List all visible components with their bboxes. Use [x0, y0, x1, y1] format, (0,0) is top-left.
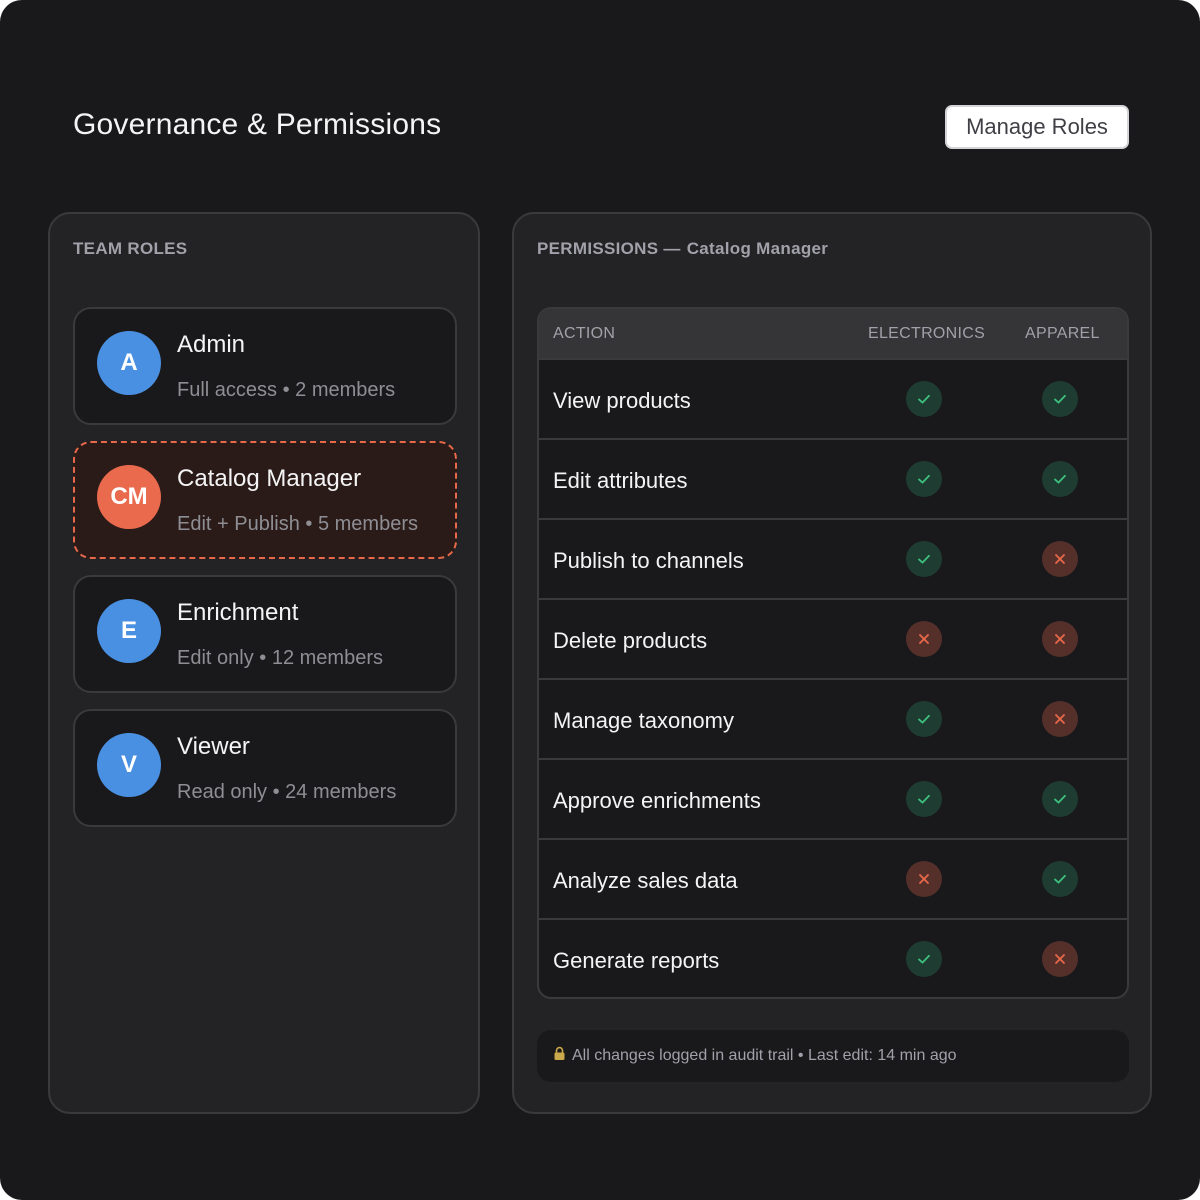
action-name: Generate reports	[553, 948, 720, 973]
permission-apparel[interactable]	[1042, 941, 1078, 977]
permission-apparel[interactable]	[1042, 861, 1078, 897]
permission-electronics[interactable]	[906, 941, 942, 977]
permission-electronics[interactable]	[906, 701, 942, 737]
permission-electronics[interactable]	[906, 541, 942, 577]
role-name: Admin	[177, 331, 246, 358]
cross-icon	[919, 634, 929, 644]
action-name: Approve enrichments	[553, 788, 761, 813]
permission-apparel[interactable]	[1042, 461, 1078, 497]
role-card-catalog-manager[interactable]: CM Catalog Manager Edit + Publish • 5 me…	[73, 441, 457, 559]
table-row: Manage taxonomy	[539, 680, 1127, 760]
cross-icon	[919, 874, 929, 884]
role-description: Full access • 2 members	[177, 379, 396, 401]
check-icon	[918, 954, 930, 964]
role-description: Edit + Publish • 5 members	[177, 513, 418, 535]
table-row: Delete products	[539, 600, 1127, 680]
permission-electronics[interactable]	[906, 621, 942, 657]
check-icon	[1054, 794, 1066, 804]
role-name: Viewer	[177, 733, 250, 760]
selected-role-name: Catalog Manager	[686, 239, 829, 258]
permissions-label: PERMISSIONS — Catalog Manager	[537, 239, 828, 259]
permission-apparel[interactable]	[1042, 701, 1078, 737]
permissions-table: ACTION ELECTRONICS APPAREL View products…	[537, 307, 1129, 999]
table-row: View products	[539, 360, 1127, 440]
action-name: Analyze sales data	[553, 868, 738, 893]
permission-electronics[interactable]	[906, 781, 942, 817]
permissions-label-prefix: PERMISSIONS —	[537, 239, 681, 258]
cross-icon	[1055, 634, 1065, 644]
table-row: Edit attributes	[539, 440, 1127, 520]
audit-note: All changes logged in audit trail • Last…	[537, 1030, 1129, 1082]
cross-icon	[1055, 554, 1065, 564]
role-card-viewer[interactable]: V Viewer Read only • 24 members	[73, 709, 457, 827]
check-icon	[918, 714, 930, 724]
check-icon	[1054, 394, 1066, 404]
permission-apparel[interactable]	[1042, 541, 1078, 577]
column-header-action: ACTION	[553, 325, 616, 342]
check-icon	[1054, 474, 1066, 484]
team-roles-panel: TEAM ROLES A Admin Full access • 2 membe…	[48, 212, 480, 1114]
table-row: Analyze sales data	[539, 840, 1127, 920]
table-header: ACTION ELECTRONICS APPAREL	[539, 309, 1127, 360]
column-header-apparel: APPAREL	[1025, 325, 1100, 342]
role-card-admin[interactable]: A Admin Full access • 2 members	[73, 307, 457, 425]
cross-icon	[1055, 714, 1065, 724]
team-roles-label: TEAM ROLES	[73, 239, 188, 258]
table-body: View products Edit attributes Publish to…	[539, 360, 1127, 997]
action-name: Publish to channels	[553, 548, 744, 573]
check-icon	[918, 474, 930, 484]
avatar: CM	[97, 465, 161, 529]
avatar: V	[97, 733, 161, 797]
permission-electronics[interactable]	[906, 861, 942, 897]
role-card-enrichment[interactable]: E Enrichment Edit only • 12 members	[73, 575, 457, 693]
check-icon	[918, 554, 930, 564]
action-name: Edit attributes	[553, 468, 688, 493]
action-name: Manage taxonomy	[553, 708, 734, 733]
audit-text: All changes logged in audit trail • Last…	[572, 1047, 957, 1064]
check-icon	[1054, 874, 1066, 884]
permissions-panel: PERMISSIONS — Catalog Manager ACTION ELE…	[512, 212, 1152, 1114]
permission-electronics[interactable]	[906, 461, 942, 497]
app-frame: Governance & Permissions Manage Roles TE…	[0, 0, 1200, 1200]
table-row: Publish to channels	[539, 520, 1127, 600]
table-row: Approve enrichments	[539, 760, 1127, 840]
role-name: Catalog Manager	[177, 465, 362, 492]
column-header-electronics: ELECTRONICS	[868, 325, 986, 342]
manage-roles-button[interactable]: Manage Roles	[945, 105, 1129, 149]
role-name: Enrichment	[177, 599, 299, 626]
avatar: A	[97, 331, 161, 395]
avatar: E	[97, 599, 161, 663]
check-icon	[918, 794, 930, 804]
action-name: View products	[553, 388, 691, 413]
permission-electronics[interactable]	[906, 381, 942, 417]
check-icon	[918, 394, 930, 404]
action-name: Delete products	[553, 628, 708, 653]
permission-apparel[interactable]	[1042, 381, 1078, 417]
page-title: Governance & Permissions	[73, 108, 442, 141]
permission-apparel[interactable]	[1042, 781, 1078, 817]
role-description: Read only • 24 members	[177, 781, 397, 803]
lock-icon	[553, 1046, 566, 1066]
cross-icon	[1055, 954, 1065, 964]
role-description: Edit only • 12 members	[177, 647, 383, 669]
permission-apparel[interactable]	[1042, 621, 1078, 657]
table-row: Generate reports	[539, 920, 1127, 997]
